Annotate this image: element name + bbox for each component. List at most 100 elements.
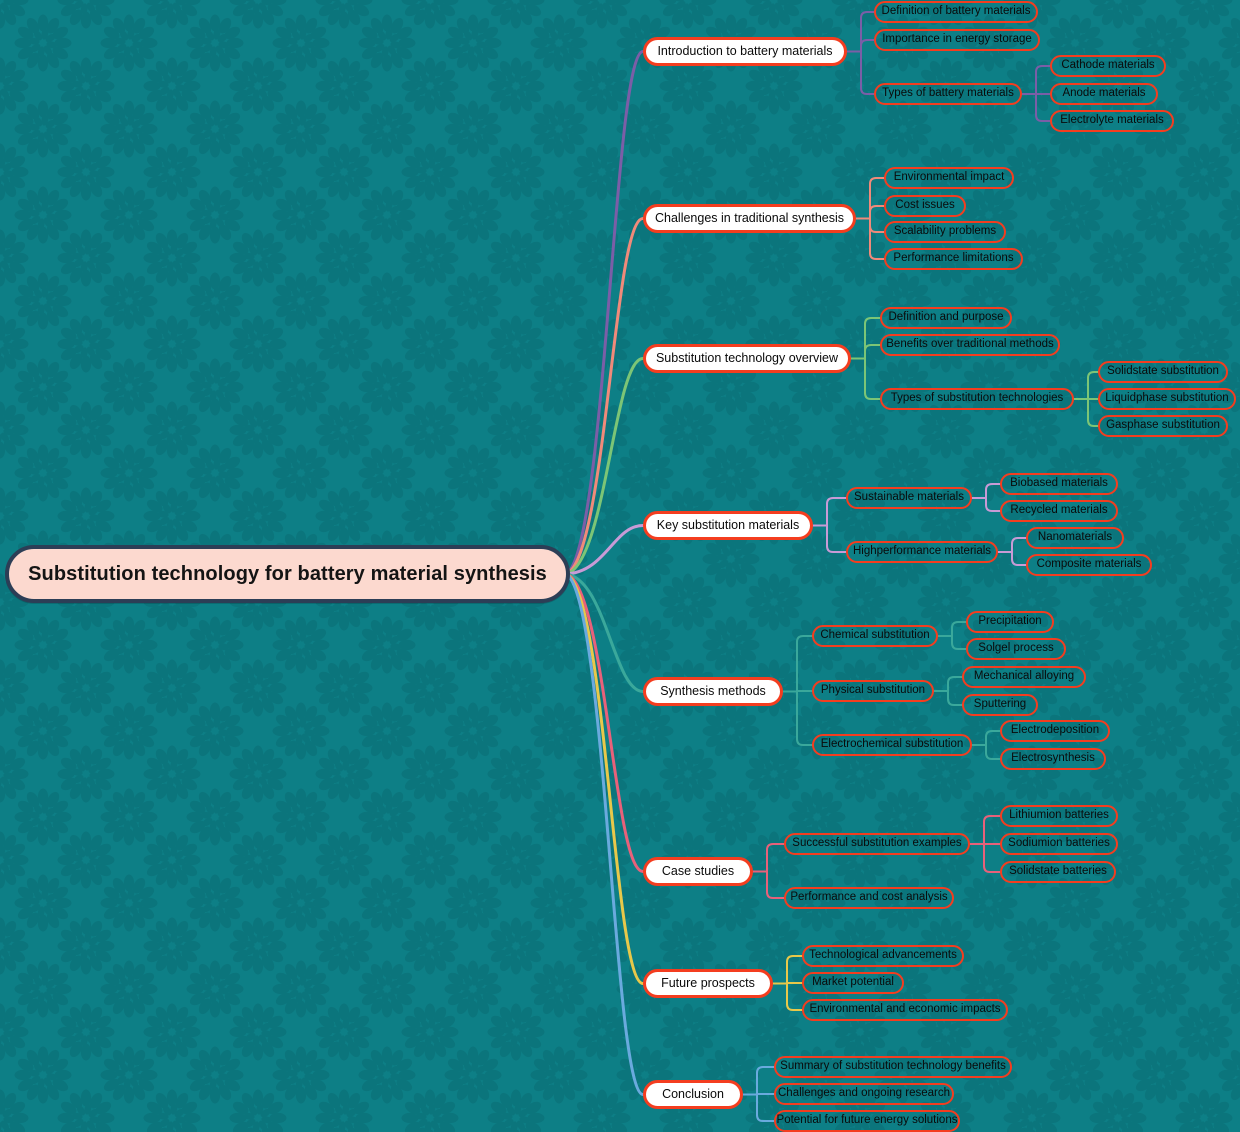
node-technological-advancements[interactable]: Technological advancements <box>802 945 964 967</box>
node-summary-of-substitution-technology-benefits-label: Summary of substitution technology benef… <box>780 1060 1006 1073</box>
node-performance-and-cost-analysis[interactable]: Performance and cost analysis <box>784 887 954 909</box>
node-highperformance-materials-label: Highperformance materials <box>852 545 992 558</box>
node-mechanical-alloying-label: Mechanical alloying <box>973 670 1075 683</box>
node-solidstate-batteries-label: Solidstate batteries <box>1009 865 1107 878</box>
node-introduction-to-battery-materials[interactable]: Introduction to battery materials <box>643 37 847 66</box>
node-electrolyte-materials-label: Electrolyte materials <box>1060 114 1164 127</box>
node-chemical-substitution[interactable]: Chemical substitution <box>812 625 938 647</box>
node-nanomaterials[interactable]: Nanomaterials <box>1026 527 1124 549</box>
node-cathode-materials[interactable]: Cathode materials <box>1050 55 1166 77</box>
node-recycled-materials-label: Recycled materials <box>1010 504 1108 517</box>
node-case-studies-label: Case studies <box>661 864 735 879</box>
node-cathode-materials-label: Cathode materials <box>1061 59 1155 72</box>
node-biobased-materials[interactable]: Biobased materials <box>1000 473 1118 495</box>
node-future-prospects[interactable]: Future prospects <box>643 969 773 998</box>
node-electrolyte-materials[interactable]: Electrolyte materials <box>1050 110 1174 132</box>
node-anode-materials[interactable]: Anode materials <box>1050 83 1158 105</box>
node-physical-substitution[interactable]: Physical substitution <box>812 680 934 702</box>
node-biobased-materials-label: Biobased materials <box>1010 477 1108 490</box>
node-market-potential[interactable]: Market potential <box>802 972 904 994</box>
node-cost-issues-label: Cost issues <box>895 199 955 212</box>
node-electrochemical-substitution-label: Electrochemical substitution <box>820 738 964 751</box>
node-types-of-battery-materials-label: Types of battery materials <box>882 87 1014 100</box>
node-potential-for-future-energy-solutions-label: Potential for future energy solutions <box>776 1114 958 1127</box>
node-composite-materials[interactable]: Composite materials <box>1026 554 1152 576</box>
node-synthesis-methods[interactable]: Synthesis methods <box>643 677 783 706</box>
node-challenges-and-ongoing-research[interactable]: Challenges and ongoing research <box>774 1083 954 1105</box>
node-sodiumion-batteries-label: Sodiumion batteries <box>1008 837 1110 850</box>
node-types-of-substitution-technologies[interactable]: Types of substitution technologies <box>880 388 1074 410</box>
node-physical-substitution-label: Physical substitution <box>820 684 926 697</box>
node-potential-for-future-energy-solutions[interactable]: Potential for future energy solutions <box>774 1110 960 1132</box>
node-types-of-battery-materials[interactable]: Types of battery materials <box>874 83 1022 105</box>
node-electrosynthesis-label: Electrosynthesis <box>1011 752 1095 765</box>
node-environmental-and-economic-impacts-label: Environmental and economic impacts <box>809 1003 1001 1016</box>
node-recycled-materials[interactable]: Recycled materials <box>1000 500 1118 522</box>
node-substitution-technology-overview[interactable]: Substitution technology overview <box>643 344 851 373</box>
node-definition-of-battery-materials-label: Definition of battery materials <box>881 5 1031 18</box>
node-performance-and-cost-analysis-label: Performance and cost analysis <box>790 891 948 904</box>
node-technological-advancements-label: Technological advancements <box>809 949 957 962</box>
node-precipitation[interactable]: Precipitation <box>966 611 1054 633</box>
node-electrodeposition[interactable]: Electrodeposition <box>1000 720 1110 742</box>
node-conclusion[interactable]: Conclusion <box>643 1080 743 1109</box>
node-environmental-impact[interactable]: Environmental impact <box>884 167 1014 189</box>
node-sustainable-materials[interactable]: Sustainable materials <box>846 487 972 509</box>
node-lithiumion-batteries[interactable]: Lithiumion batteries <box>1000 805 1118 827</box>
node-market-potential-label: Market potential <box>812 976 894 989</box>
node-performance-limitations-label: Performance limitations <box>893 252 1014 265</box>
node-sputtering[interactable]: Sputtering <box>962 694 1038 716</box>
node-sputtering-label: Sputtering <box>973 698 1027 711</box>
node-environmental-and-economic-impacts[interactable]: Environmental and economic impacts <box>802 999 1008 1021</box>
root-node[interactable]: Substitution technology for battery mate… <box>5 545 570 603</box>
node-liquidphase-substitution-label: Liquidphase substitution <box>1105 392 1229 405</box>
node-layer: Substitution technology for battery mate… <box>0 0 1240 1132</box>
node-challenges-in-traditional-synthesis-label: Challenges in traditional synthesis <box>655 211 844 226</box>
node-gasphase-substitution-label: Gasphase substitution <box>1106 419 1220 432</box>
node-solidstate-substitution[interactable]: Solidstate substitution <box>1098 361 1228 383</box>
node-cost-issues[interactable]: Cost issues <box>884 195 966 217</box>
node-highperformance-materials[interactable]: Highperformance materials <box>846 541 998 563</box>
node-summary-of-substitution-technology-benefits[interactable]: Summary of substitution technology benef… <box>774 1056 1012 1078</box>
node-environmental-impact-label: Environmental impact <box>893 171 1005 184</box>
root-node-label: Substitution technology for battery mate… <box>28 563 547 585</box>
node-challenges-in-traditional-synthesis[interactable]: Challenges in traditional synthesis <box>643 204 856 233</box>
node-substitution-technology-overview-label: Substitution technology overview <box>655 351 839 366</box>
node-solgel-process[interactable]: Solgel process <box>966 638 1066 660</box>
node-performance-limitations[interactable]: Performance limitations <box>884 248 1023 270</box>
node-key-substitution-materials-label: Key substitution materials <box>656 518 800 533</box>
node-importance-in-energy-storage[interactable]: Importance in energy storage <box>874 29 1040 51</box>
node-composite-materials-label: Composite materials <box>1036 558 1142 571</box>
node-case-studies[interactable]: Case studies <box>643 857 753 886</box>
node-importance-in-energy-storage-label: Importance in energy storage <box>882 33 1032 46</box>
node-conclusion-label: Conclusion <box>662 1087 724 1102</box>
node-mechanical-alloying[interactable]: Mechanical alloying <box>962 666 1086 688</box>
node-chemical-substitution-label: Chemical substitution <box>820 629 930 642</box>
node-successful-substitution-examples[interactable]: Successful substitution examples <box>784 833 970 855</box>
node-anode-materials-label: Anode materials <box>1062 87 1146 100</box>
node-lithiumion-batteries-label: Lithiumion batteries <box>1009 809 1109 822</box>
node-challenges-and-ongoing-research-label: Challenges and ongoing research <box>778 1087 950 1100</box>
node-scalability-problems-label: Scalability problems <box>893 225 997 238</box>
node-benefits-over-traditional-methods[interactable]: Benefits over traditional methods <box>880 334 1060 356</box>
node-key-substitution-materials[interactable]: Key substitution materials <box>643 511 813 540</box>
node-definition-and-purpose-label: Definition and purpose <box>888 311 1004 324</box>
mindmap-canvas: Substitution technology for battery mate… <box>0 0 1240 1132</box>
node-liquidphase-substitution[interactable]: Liquidphase substitution <box>1098 388 1236 410</box>
node-benefits-over-traditional-methods-label: Benefits over traditional methods <box>886 338 1054 351</box>
node-scalability-problems[interactable]: Scalability problems <box>884 221 1006 243</box>
node-sustainable-materials-label: Sustainable materials <box>854 491 964 504</box>
node-solgel-process-label: Solgel process <box>978 642 1054 655</box>
node-electrosynthesis[interactable]: Electrosynthesis <box>1000 748 1106 770</box>
node-definition-and-purpose[interactable]: Definition and purpose <box>880 307 1012 329</box>
node-types-of-substitution-technologies-label: Types of substitution technologies <box>890 392 1064 405</box>
node-solidstate-batteries[interactable]: Solidstate batteries <box>1000 861 1116 883</box>
node-definition-of-battery-materials[interactable]: Definition of battery materials <box>874 1 1038 23</box>
node-electrochemical-substitution[interactable]: Electrochemical substitution <box>812 734 972 756</box>
node-gasphase-substitution[interactable]: Gasphase substitution <box>1098 415 1228 437</box>
node-introduction-to-battery-materials-label: Introduction to battery materials <box>657 44 833 59</box>
node-nanomaterials-label: Nanomaterials <box>1037 531 1113 544</box>
node-sodiumion-batteries[interactable]: Sodiumion batteries <box>1000 833 1118 855</box>
node-successful-substitution-examples-label: Successful substitution examples <box>792 837 962 850</box>
node-electrodeposition-label: Electrodeposition <box>1010 724 1100 737</box>
